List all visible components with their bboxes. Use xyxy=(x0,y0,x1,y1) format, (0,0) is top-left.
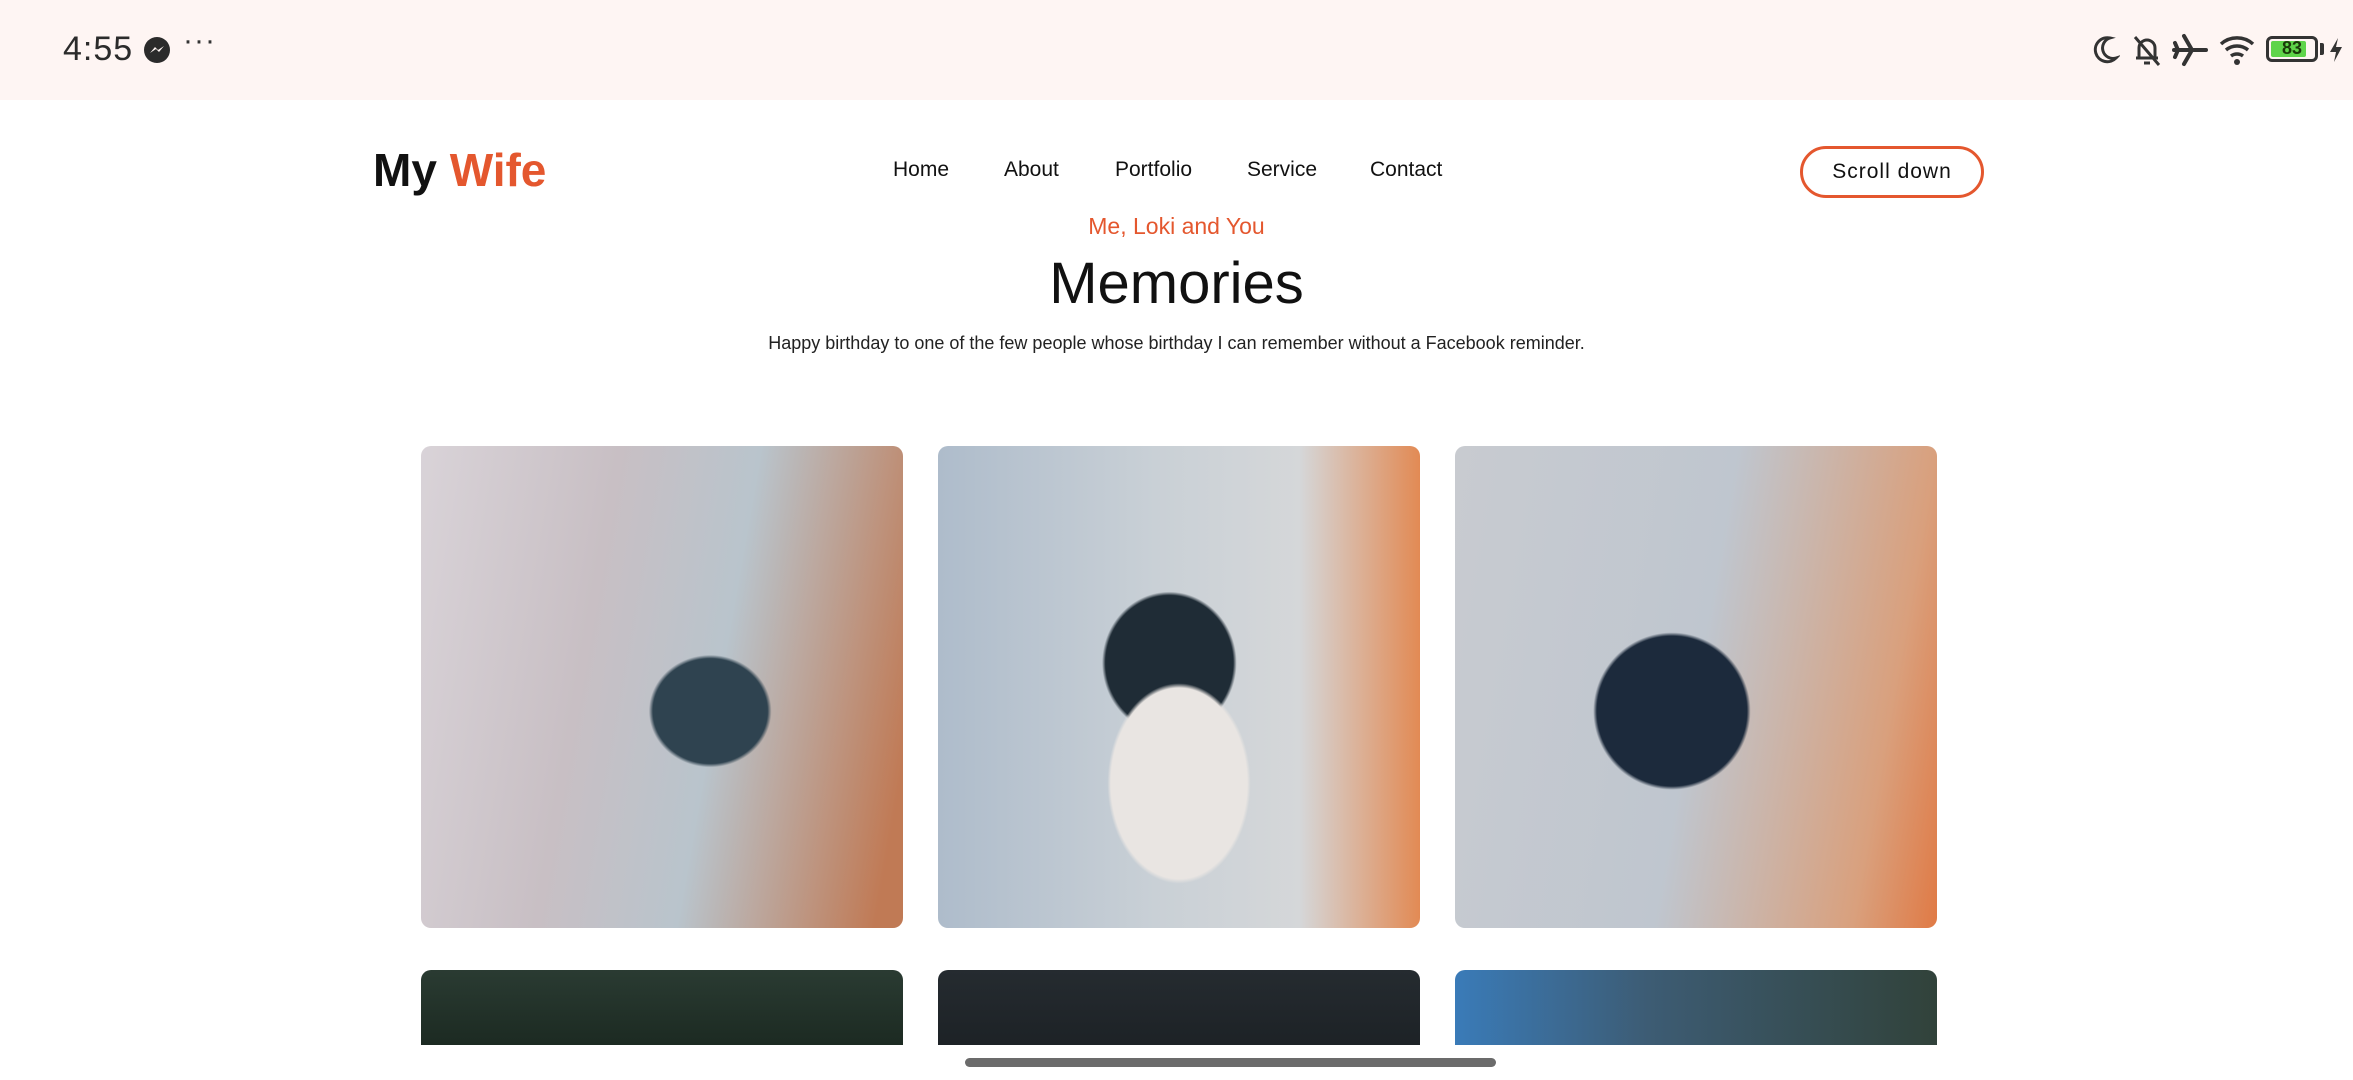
charging-icon xyxy=(2330,38,2342,62)
nav-home[interactable]: Home xyxy=(893,158,949,182)
nav-contact[interactable]: Contact xyxy=(1370,158,1442,182)
moon-icon xyxy=(2093,36,2120,64)
gesture-navigation-bar[interactable] xyxy=(965,1058,1496,1067)
status-time: 4:55 xyxy=(63,30,134,68)
nav-portfolio[interactable]: Portfolio xyxy=(1115,158,1192,182)
section-subtitle: Me, Loki and You xyxy=(1088,213,1265,239)
gallery-photo[interactable] xyxy=(938,446,1420,928)
wifi-icon xyxy=(2219,36,2255,65)
bell-off-icon xyxy=(2133,36,2161,66)
messenger-icon xyxy=(144,37,170,63)
airplane-icon xyxy=(2172,34,2208,66)
gallery-photo[interactable] xyxy=(1455,446,1937,928)
gallery-photo[interactable] xyxy=(421,970,903,1045)
battery-level: 83 xyxy=(2281,38,2303,58)
gallery-photo[interactable] xyxy=(1455,970,1937,1045)
gallery-photo[interactable] xyxy=(421,446,903,928)
scroll-down-button[interactable]: Scroll down xyxy=(1800,146,1984,198)
battery-tip xyxy=(2320,43,2324,55)
main-nav: Home About Portfolio Service Contact xyxy=(0,158,2353,188)
section-description: Happy birthday to one of the few people … xyxy=(768,333,1585,353)
page-title: Memories xyxy=(1049,251,1304,316)
gallery-photo[interactable] xyxy=(938,970,1420,1045)
battery-icon: 83 xyxy=(2266,36,2318,62)
nav-service[interactable]: Service xyxy=(1247,158,1317,182)
more-notifications-icon: ··· xyxy=(183,24,216,57)
status-bar: 4:55 ··· 83 xyxy=(0,0,2353,100)
nav-about[interactable]: About xyxy=(1004,158,1059,182)
